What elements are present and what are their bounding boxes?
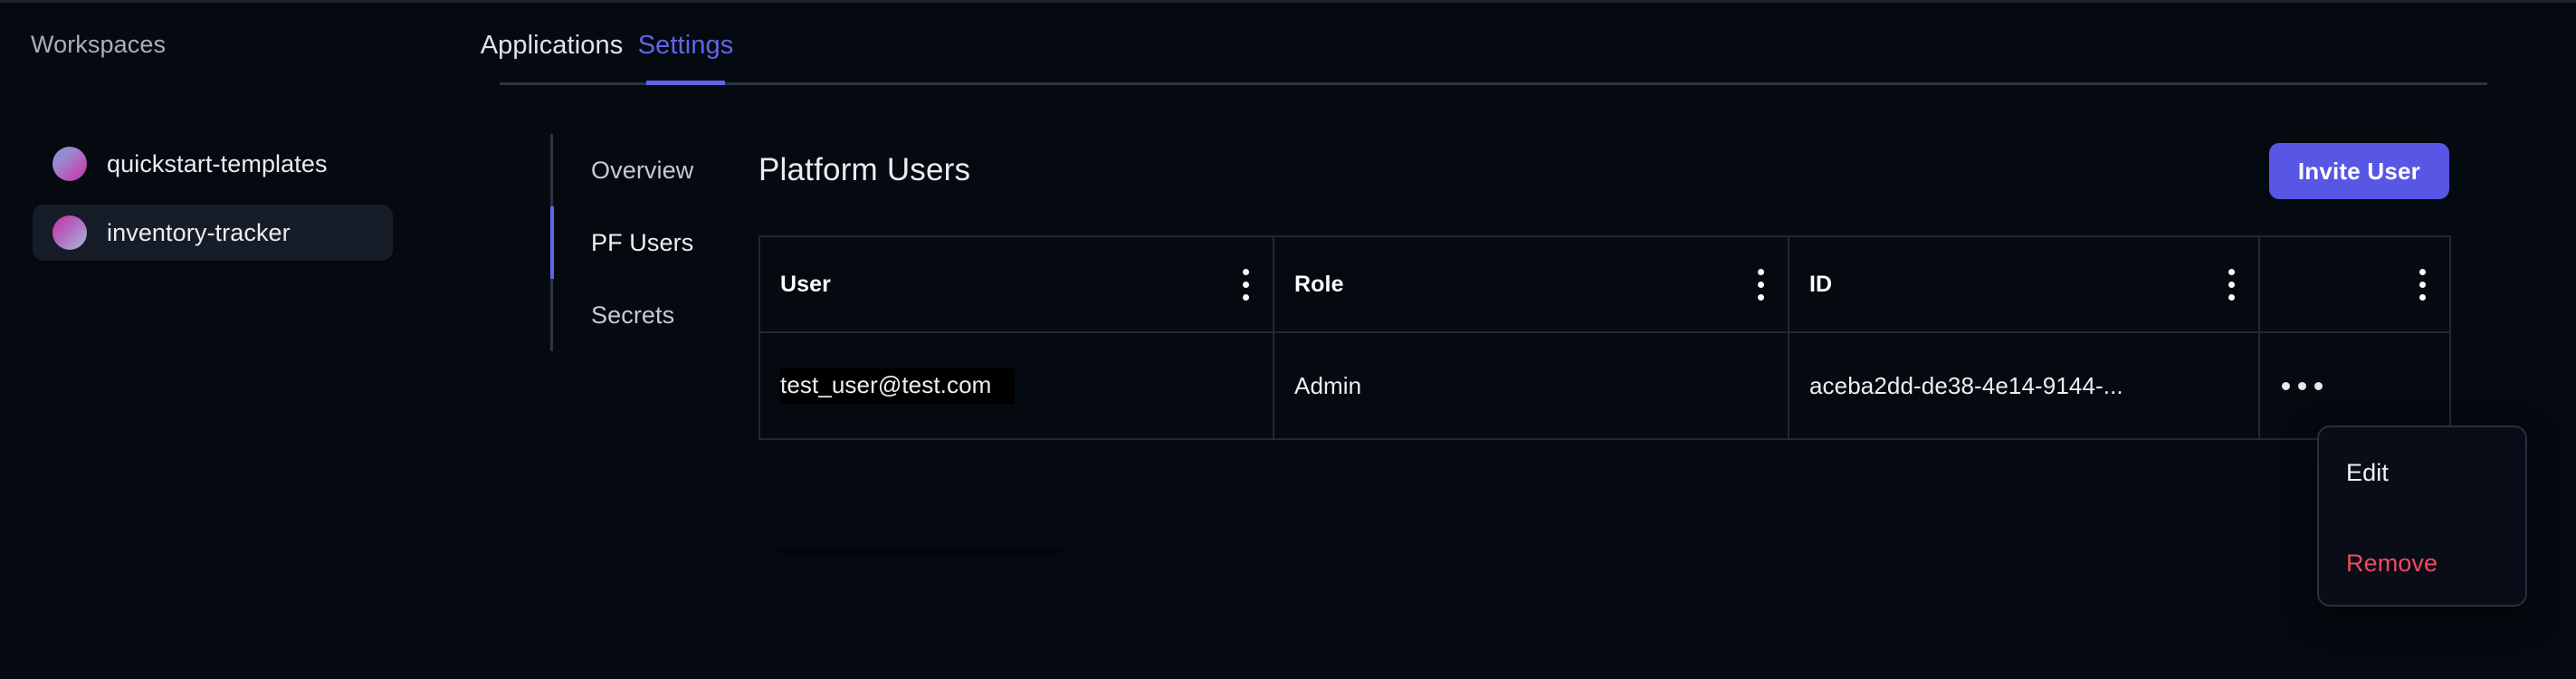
table-header-user: User (758, 235, 1274, 333)
page-title: Platform Users (758, 152, 971, 187)
sidebar-item-quickstart-templates[interactable]: quickstart-templates (33, 136, 393, 192)
subnav-item-overview[interactable]: Overview (553, 134, 713, 206)
sidebar-item-inventory-tracker[interactable]: inventory-tracker (33, 205, 393, 261)
table-head: User Role ID (758, 235, 2451, 333)
workspace-avatar-icon (52, 215, 87, 250)
settings-subnav: Overview PF Users Secrets (550, 134, 713, 351)
kebab-vertical-icon-role[interactable] (1754, 263, 1768, 306)
dropdown-item-remove[interactable]: Remove (2319, 518, 2525, 608)
dropdown-item-edit[interactable]: Edit (2319, 427, 2525, 518)
hairline-artifact (778, 550, 1063, 553)
subnav-item-secrets[interactable]: Secrets (553, 279, 713, 351)
table-header-row: User Role ID (758, 235, 2451, 333)
sidebar-item-label: quickstart-templates (107, 149, 328, 177)
cell-user-value: test_user@test.com (780, 370, 992, 398)
platform-users-table: User Role ID test_user@test.com Admin ac… (758, 235, 2451, 440)
column-label-user: User (780, 271, 831, 297)
table-header-id: ID (1788, 235, 2260, 333)
cell-actions (2258, 331, 2451, 440)
cell-id: aceba2dd-de38-4e14-9144-... (1788, 331, 2260, 440)
platform-users-table-wrapper: User Role ID test_user@test.com Admin ac… (758, 235, 2451, 440)
content-header-area: Platform Users Invite User (758, 136, 2449, 235)
main-tabbar: Applications Settings (481, 5, 2487, 85)
tab-settings[interactable]: Settings (638, 5, 733, 85)
table-header-role: Role (1273, 235, 1789, 333)
table-row: test_user@test.com Admin aceba2dd-de38-4… (758, 331, 2451, 440)
table-header-actions (2258, 235, 2451, 333)
kebab-horizontal-icon-row-actions[interactable] (2280, 377, 2429, 396)
tab-applications[interactable]: Applications (481, 5, 623, 85)
subnav-item-pf-users[interactable]: PF Users (550, 206, 713, 279)
workspaces-section-label: Workspaces (31, 31, 167, 58)
row-actions-dropdown: Edit Remove (2317, 426, 2527, 607)
column-label-role: Role (1294, 271, 1344, 297)
kebab-vertical-icon-actions[interactable] (2416, 263, 2429, 306)
column-label-id: ID (1809, 271, 1833, 297)
app-root: Workspaces Applications Settings quickst… (0, 0, 2576, 679)
cell-role: Admin (1273, 331, 1789, 440)
kebab-vertical-icon-user[interactable] (1239, 263, 1253, 306)
top-hairline (0, 0, 2576, 3)
cell-user: test_user@test.com (758, 331, 1274, 440)
kebab-vertical-icon-id[interactable] (2225, 263, 2238, 306)
workspace-avatar-icon (52, 147, 87, 181)
tab-active-indicator (646, 81, 725, 85)
sidebar-item-label: inventory-tracker (107, 218, 291, 246)
table-body: test_user@test.com Admin aceba2dd-de38-4… (758, 331, 2451, 440)
workspaces-sidebar: quickstart-templates inventory-tracker (0, 136, 425, 273)
tabbar-bottom-border (500, 82, 2487, 85)
invite-user-button[interactable]: Invite User (2268, 143, 2449, 199)
